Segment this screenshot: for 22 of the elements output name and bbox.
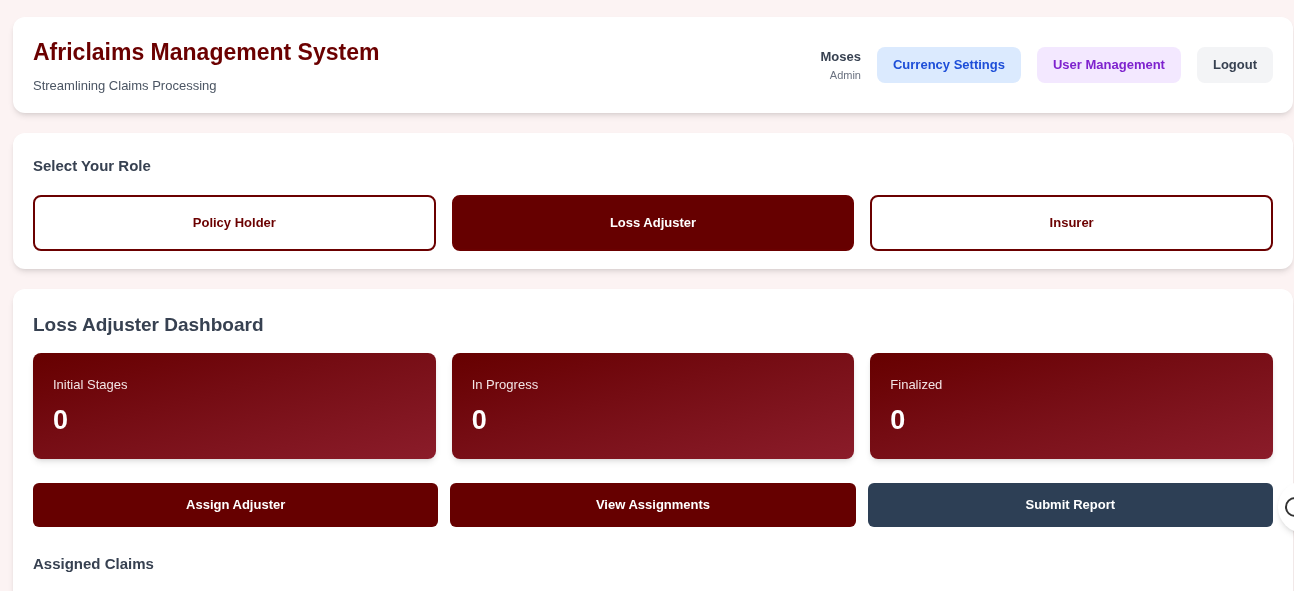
- stat-label: Finalized: [890, 375, 943, 394]
- user-name: Moses: [820, 48, 861, 66]
- role-button[interactable]: Insurer: [870, 194, 1273, 251]
- header-button[interactable]: Logout: [1196, 47, 1273, 83]
- stat-label: Initial Stages: [53, 375, 128, 394]
- header-button[interactable]: Currency Settings: [877, 47, 1021, 83]
- action-button[interactable]: Submit Report: [867, 482, 1273, 527]
- header-button[interactable]: User Management: [1036, 47, 1181, 83]
- section-heading: Assigned Claims: [33, 553, 155, 574]
- user-role: Admin: [829, 67, 861, 83]
- stat-value: 0: [890, 404, 906, 437]
- stat-value: 0: [471, 404, 487, 437]
- app-subtitle: Streamlining Claims Processing: [33, 76, 218, 95]
- app-title: Africlaims Management System: [33, 38, 380, 67]
- action-button[interactable]: View Assignments: [450, 482, 856, 527]
- stat-value: 0: [53, 404, 69, 437]
- role-button[interactable]: Loss Adjuster: [451, 194, 855, 251]
- action-button[interactable]: Assign Adjuster: [33, 482, 439, 527]
- section-heading: Select Your Role: [33, 156, 152, 176]
- dashboard-title: Loss Adjuster Dashboard: [33, 313, 265, 337]
- role-button[interactable]: Policy Holder: [33, 194, 436, 251]
- stat-label: In Progress: [471, 375, 539, 394]
